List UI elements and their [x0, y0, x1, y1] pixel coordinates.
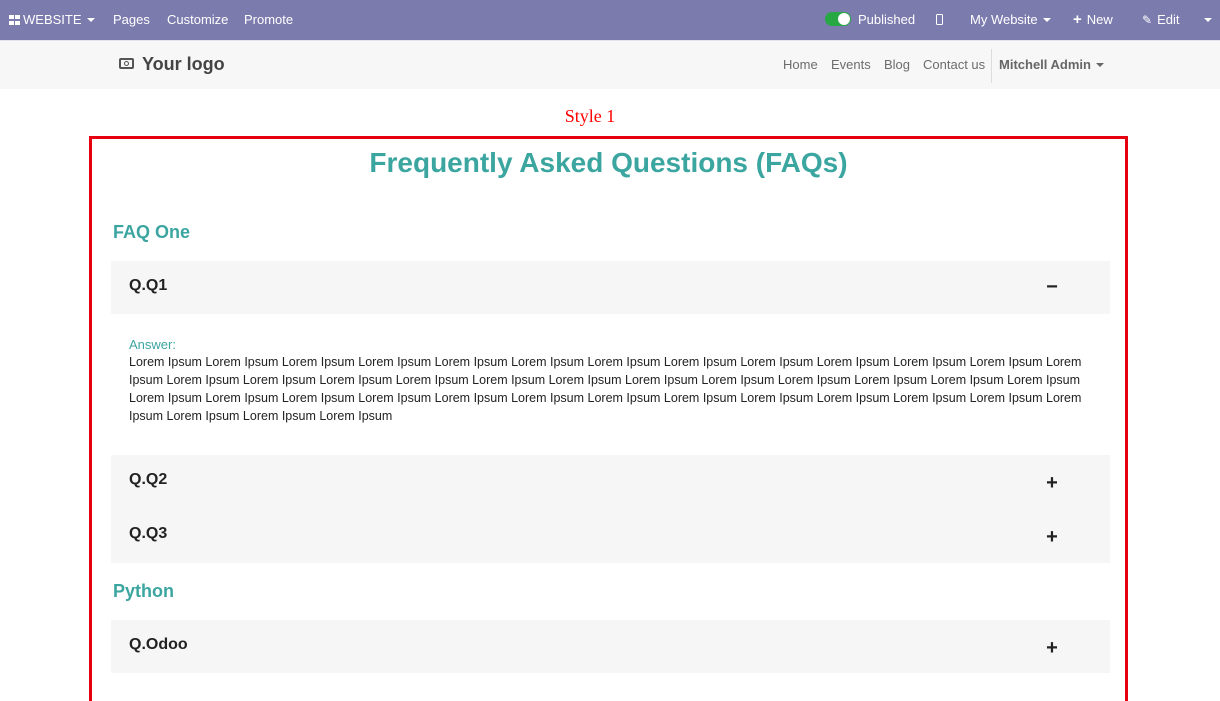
faq-question-row[interactable]: Q.Q2 +	[111, 455, 1110, 509]
edit-label: Edit	[1157, 12, 1180, 27]
nav-divider	[991, 49, 992, 83]
pencil-icon: ✎	[1142, 13, 1153, 27]
faq-section-frame: Frequently Asked Questions (FAQs) FAQ On…	[89, 136, 1128, 701]
faq-question-row[interactable]: Q.Q3 +	[111, 509, 1110, 563]
chevron-down-icon	[1042, 18, 1051, 22]
mobile-phone-icon	[936, 14, 943, 25]
nav-events[interactable]: Events	[831, 57, 871, 72]
site-header: Your logo Home Events Blog Contact us Mi…	[0, 40, 1220, 89]
my-website-label: My Website	[970, 12, 1038, 27]
faq-question-label: Q.Q2	[129, 471, 168, 488]
expand-plus-icon[interactable]: +	[1042, 473, 1062, 493]
toggle-icon	[825, 12, 851, 26]
chevron-down-icon	[1204, 18, 1212, 22]
user-menu[interactable]: Mitchell Admin	[999, 57, 1104, 72]
answer-text: Lorem Ipsum Lorem Ipsum Lorem Ipsum Lore…	[129, 355, 1082, 423]
nav-blog[interactable]: Blog	[884, 57, 910, 72]
menu-pages[interactable]: Pages	[113, 0, 150, 40]
plus-icon: +	[1073, 11, 1082, 28]
chevron-down-icon	[1095, 63, 1104, 67]
style-label: Style 1	[564, 106, 616, 126]
expand-plus-icon[interactable]: +	[1042, 638, 1062, 658]
nav-contact-us[interactable]: Contact us	[923, 57, 985, 72]
expand-plus-icon[interactable]: +	[1042, 527, 1062, 547]
published-toggle[interactable]: Published	[825, 0, 915, 40]
mobile-preview-button[interactable]	[936, 0, 943, 40]
faq-question-label: Q.Q3	[129, 525, 168, 542]
new-button[interactable]: + New	[1073, 0, 1113, 40]
menu-promote[interactable]: Promote	[244, 0, 293, 40]
published-label: Published	[858, 12, 916, 27]
website-admin-bar: WEBSITE Pages Customize Promote Publishe…	[0, 0, 1220, 40]
logo-text: Your logo	[142, 54, 225, 74]
chevron-down-icon	[86, 18, 95, 22]
faq-question-label: Q.Q1	[129, 277, 168, 294]
edit-button[interactable]: ✎ Edit	[1142, 0, 1179, 40]
collapse-minus-icon[interactable]: −	[1042, 277, 1062, 297]
user-name: Mitchell Admin	[999, 57, 1091, 72]
faq-question-row[interactable]: Q.Q1 −	[111, 261, 1110, 314]
site-logo[interactable]: Your logo	[119, 54, 225, 75]
my-website-dropdown[interactable]: My Website	[970, 0, 1051, 40]
faq-title: Frequently Asked Questions (FAQs)	[369, 147, 848, 178]
camera-icon	[119, 58, 134, 69]
faq-category-title: Python	[113, 581, 174, 601]
menu-customize[interactable]: Customize	[167, 0, 228, 40]
answer-label: Answer:	[129, 337, 176, 352]
nav-home[interactable]: Home	[783, 57, 818, 72]
faq-category-title: FAQ One	[113, 222, 191, 242]
website-apps-label: WEBSITE	[23, 12, 82, 27]
edit-options-dropdown[interactable]	[1198, 0, 1220, 40]
faq-question-row[interactable]: Q.Odoo +	[111, 620, 1110, 673]
faq-collapsed-group: Q.Q2 + Q.Q3 +	[111, 455, 1110, 563]
faq-question-label: Q.Odoo	[129, 636, 188, 653]
new-label: New	[1086, 12, 1113, 27]
website-apps-menu[interactable]: WEBSITE	[9, 0, 95, 40]
grid-icon	[9, 15, 20, 25]
